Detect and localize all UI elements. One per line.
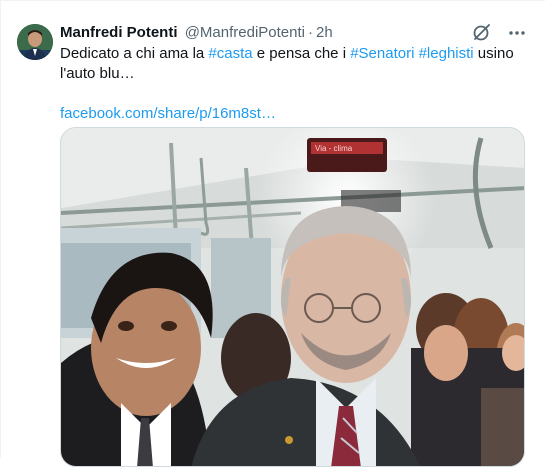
separator-dot: · — [307, 24, 313, 41]
grok-icon — [473, 24, 490, 41]
tweet-card[interactable]: Manfredi Potenti @ManfrediPotenti · 2h Ded… — [0, 0, 545, 467]
author-name[interactable]: Manfredi Potenti — [60, 24, 178, 41]
tweet-text: Dedicato a chi ama la #casta e pensa che… — [60, 44, 530, 124]
bus-selfie-photo: Via - clima — [61, 128, 524, 466]
hashtag-leghisti[interactable]: #leghisti — [419, 45, 474, 62]
tweet-header: Manfredi Potenti @ManfrediPotenti · 2h — [60, 23, 333, 43]
external-link[interactable]: facebook.com/share/p/16m8st… — [60, 104, 276, 124]
text-segment: Dedicato a chi ama la — [60, 45, 209, 62]
hashtag-casta[interactable]: #casta — [208, 45, 252, 62]
tweet-timestamp[interactable]: 2h — [316, 24, 333, 41]
more-icon — [509, 31, 525, 35]
tweet-actions — [471, 23, 527, 43]
more-button[interactable] — [507, 23, 527, 43]
hashtag-senatori[interactable]: #Senatori — [350, 45, 414, 62]
author-handle[interactable]: @ManfrediPotenti — [185, 24, 305, 41]
tweet-photo[interactable]: Via - clima — [60, 127, 525, 467]
text-segment: e pensa che i — [252, 45, 351, 62]
avatar[interactable] — [17, 24, 53, 60]
grok-button[interactable] — [471, 23, 491, 43]
bus-display-text: Via - clima — [315, 144, 353, 153]
